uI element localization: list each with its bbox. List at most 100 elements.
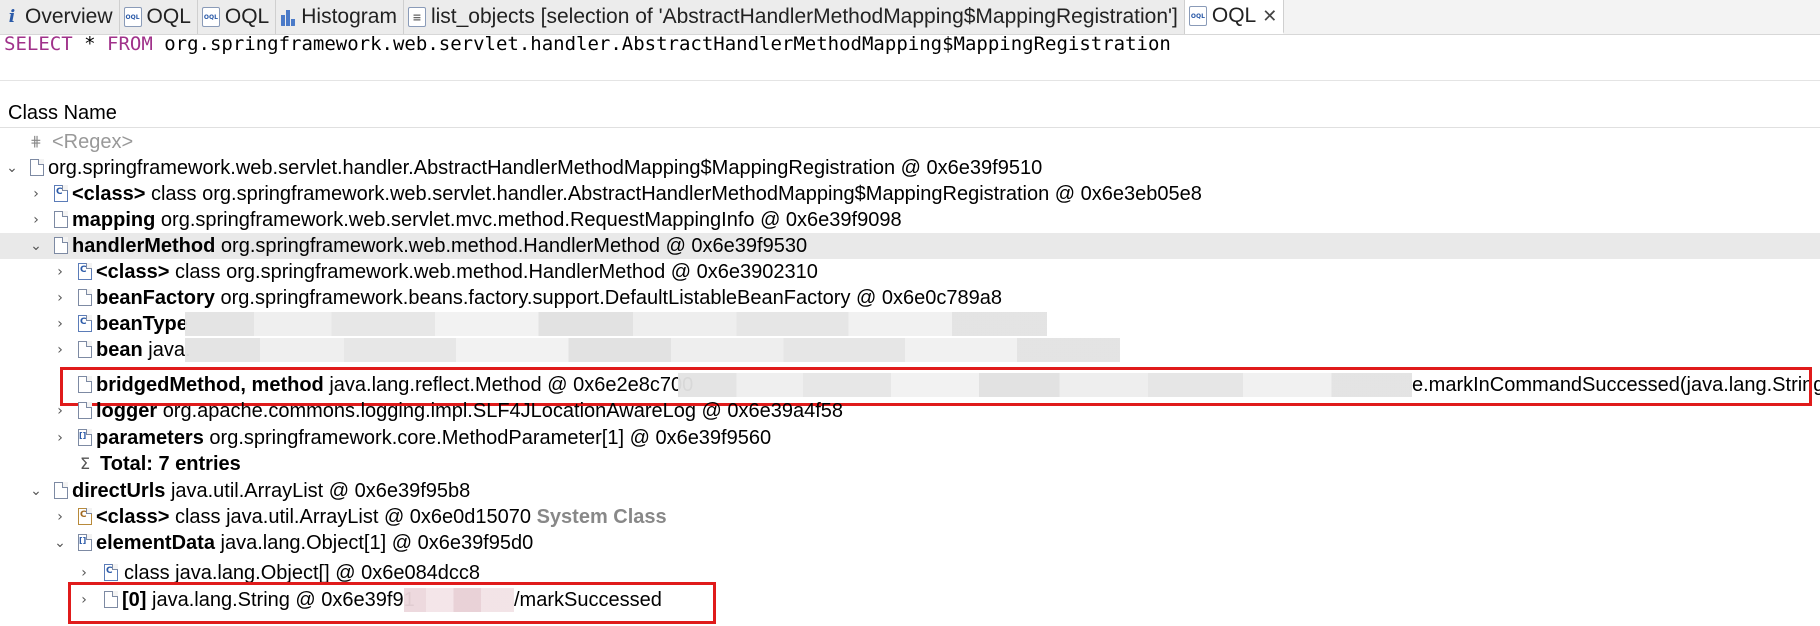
field-value: java.lang.String @ 0x6e39f91: [152, 589, 415, 611]
object-icon: [104, 591, 118, 608]
field-name: beanType: [96, 313, 188, 335]
class-icon: [78, 315, 92, 332]
editor-divider[interactable]: [0, 80, 1820, 81]
regex-filter-input[interactable]: <Regex>: [52, 129, 133, 155]
tree-row-arraylist-class[interactable]: › <class> class java.util.ArrayList @ 0x…: [0, 504, 1820, 530]
query-star: *: [84, 33, 96, 55]
class-icon: [78, 263, 92, 280]
field-name: bean: [96, 339, 143, 361]
tree-row-object-array-class[interactable]: › class java.lang.Object[] @ 0x6e084dcc8: [0, 560, 1820, 586]
field-value: java.lang.Object[1] @ 0x6e39f95d0: [220, 532, 534, 554]
tab-oql-2[interactable]: OQL OQL: [197, 0, 277, 34]
object-icon: [54, 211, 68, 228]
tree-row-label: org.springframework.web.servlet.handler.…: [48, 157, 1043, 179]
tree-row-mapping[interactable]: › mapping org.springframework.web.servle…: [0, 207, 1820, 233]
chevron-down-icon[interactable]: ⌄: [4, 155, 20, 181]
tree-row-bean-type[interactable]: › beanType: [0, 311, 1820, 337]
field-name: <class>: [72, 183, 146, 205]
tree-row-total: Σ Total: 7 entries: [0, 451, 1820, 477]
tree-row-direct-urls[interactable]: ⌄ directUrls java.util.ArrayList @ 0x6e3…: [0, 478, 1820, 504]
chevron-right-icon[interactable]: ›: [52, 398, 68, 424]
chevron-right-icon[interactable]: ›: [52, 337, 68, 363]
tree-row-handler-method[interactable]: ⌄ handlerMethod org.springframework.web.…: [0, 233, 1820, 259]
chevron-right-icon[interactable]: ›: [52, 504, 68, 530]
system-class-label: System Class: [536, 506, 667, 528]
tab-label: list_objects [selection of 'AbstractHand…: [430, 5, 1178, 28]
chevron-right-icon[interactable]: ›: [52, 259, 68, 285]
object-icon: [54, 237, 68, 254]
field-name: [0]: [122, 589, 147, 611]
tab-label: Histogram: [301, 5, 397, 28]
tab-histogram[interactable]: Histogram: [276, 0, 404, 34]
field-name: logger: [96, 400, 158, 422]
tree-row-handler-class[interactable]: › <class> class org.springframework.web.…: [0, 259, 1820, 285]
field-name: directUrls: [72, 480, 166, 502]
tree-row-bean[interactable]: › bean java.: [0, 337, 1820, 363]
tab-label: Overview: [25, 5, 113, 28]
object-icon: [78, 341, 92, 358]
column-header-class-name[interactable]: Class Name: [0, 98, 1820, 128]
tree-row-element-data[interactable]: ⌄ elementData java.lang.Object[1] @ 0x6e…: [0, 530, 1820, 556]
chevron-right-icon[interactable]: ›: [76, 587, 92, 613]
field-value: java.lang.reflect.Method @ 0x6e2e8c700: [329, 374, 694, 396]
tree-row-class[interactable]: › <class> class org.springframework.web.…: [0, 181, 1820, 207]
total-entries: Total: 7 entries: [100, 453, 241, 475]
tab-label: OQL: [1211, 4, 1257, 27]
close-icon[interactable]: ✕: [1262, 6, 1277, 27]
tree-row-element-0[interactable]: › [0] java.lang.String @ 0x6e39f91 /mark…: [0, 587, 1820, 613]
tree-row-bean-factory[interactable]: › beanFactory org.springframework.beans.…: [0, 285, 1820, 311]
tree-row-logger[interactable]: › logger org.apache.commons.logging.impl…: [0, 398, 1820, 424]
redacted-region: [404, 588, 514, 612]
editor-tab-bar: i Overview OQL OQL OQL OQL Histogram ≡ l…: [0, 0, 1820, 35]
chevron-down-icon[interactable]: ⌄: [28, 478, 44, 504]
tab-label: OQL: [146, 5, 191, 28]
redacted-region: [185, 312, 1047, 336]
field-value: java.util.ArrayList @ 0x6e39f95b8: [170, 480, 471, 502]
field-name: <class>: [96, 506, 170, 528]
field-value: class org.springframework.web.method.Han…: [174, 261, 818, 283]
chevron-right-icon[interactable]: ›: [28, 181, 44, 207]
histogram-icon: [280, 8, 297, 26]
object-icon: [54, 482, 68, 499]
oql-query-editor[interactable]: SELECT * FROM org.springframework.web.se…: [4, 32, 1171, 56]
chevron-right-icon[interactable]: ›: [52, 285, 68, 311]
query-class: org.springframework.web.servlet.handler.…: [164, 33, 1171, 55]
object-icon: [30, 159, 44, 176]
field-name: <class>: [96, 261, 170, 283]
chevron-right-icon[interactable]: ›: [52, 425, 68, 451]
tab-list-objects[interactable]: ≡ list_objects [selection of 'AbstractHa…: [403, 0, 1185, 34]
oql-icon: OQL: [1188, 6, 1207, 26]
field-value: class org.springframework.web.servlet.ha…: [150, 183, 1202, 205]
redacted-region: [185, 338, 1120, 362]
string-tail: /markSuccessed: [514, 589, 662, 611]
redacted-region: [678, 373, 1412, 397]
method-signature: e.markInCommandSuccessed(java.lang.Strin…: [1412, 374, 1820, 396]
tab-overview[interactable]: i Overview: [0, 0, 120, 34]
regex-icon: ⋕: [30, 134, 42, 150]
tab-oql-active[interactable]: OQL OQL ✕: [1184, 0, 1285, 34]
field-value: org.apache.commons.logging.impl.SLF4JLoc…: [162, 400, 844, 422]
keyword-from: FROM: [107, 33, 153, 55]
field-value: org.springframework.core.MethodParameter…: [209, 427, 772, 449]
object-icon: [78, 376, 92, 393]
field-value: org.springframework.web.servlet.mvc.meth…: [160, 209, 902, 231]
chevron-down-icon[interactable]: ⌄: [52, 530, 68, 556]
tree-row-root[interactable]: ⌄ org.springframework.web.servlet.handle…: [0, 155, 1820, 181]
tree-row-parameters[interactable]: › parameters org.springframework.core.Me…: [0, 425, 1820, 451]
chevron-right-icon[interactable]: ›: [76, 560, 92, 586]
regex-filter-row[interactable]: ⋕ <Regex>: [0, 129, 1820, 155]
class-icon: [104, 564, 118, 581]
tab-label: OQL: [224, 5, 270, 28]
field-name: elementData: [96, 532, 215, 554]
sigma-icon: Σ: [80, 454, 91, 473]
chevron-right-icon[interactable]: ›: [28, 207, 44, 233]
chevron-right-icon[interactable]: ›: [52, 311, 68, 337]
field-name: beanFactory: [96, 287, 215, 309]
tab-oql-1[interactable]: OQL OQL: [119, 0, 198, 34]
chevron-down-icon[interactable]: ⌄: [28, 233, 44, 259]
field-value: class java.lang.Object[] @ 0x6e084dcc8: [124, 562, 481, 584]
class-icon: [54, 185, 68, 202]
tree-row-bridged-method[interactable]: bridgedMethod, method java.lang.reflect.…: [0, 372, 1820, 398]
system-class-icon: [78, 508, 92, 525]
object-icon: [78, 289, 92, 306]
